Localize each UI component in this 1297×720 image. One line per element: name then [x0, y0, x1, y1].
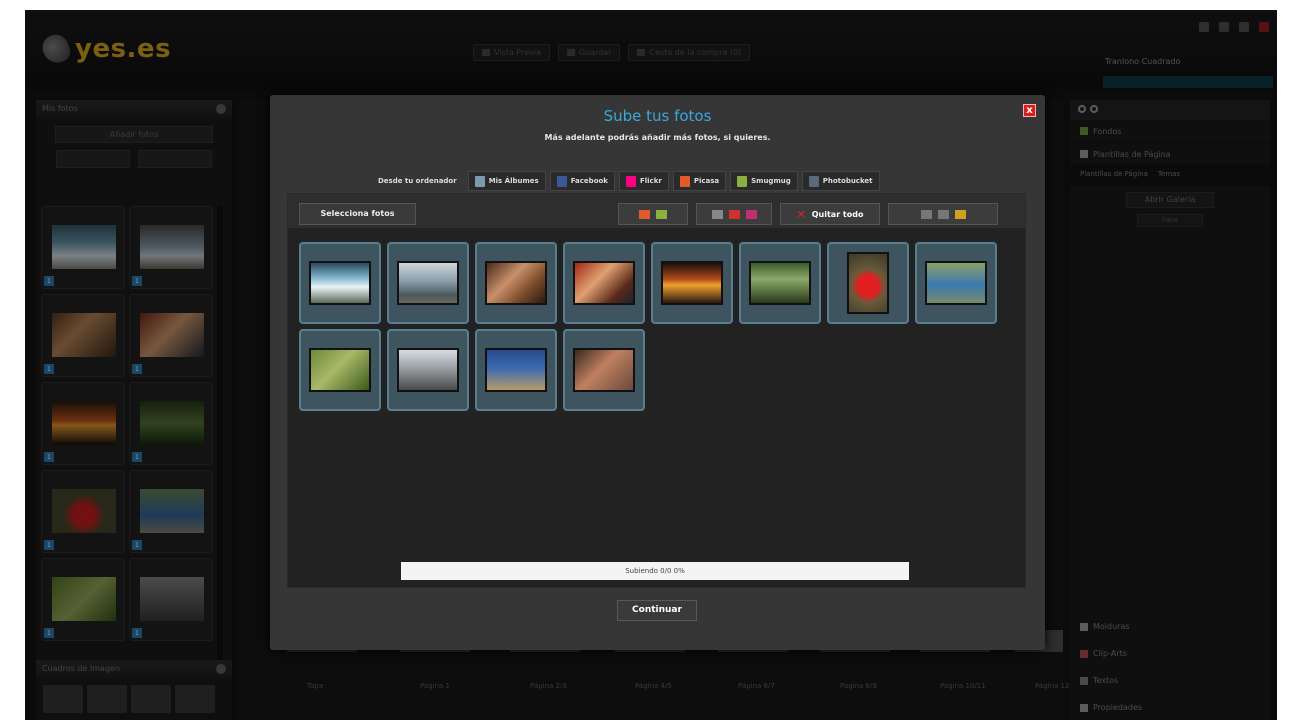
upload-area: Selecciona fotos ✕ Quitar todo Subiendo …: [287, 193, 1026, 588]
uploaded-photos: [299, 242, 999, 411]
rotate-button[interactable]: [618, 203, 688, 225]
uploaded-photo[interactable]: [475, 329, 557, 411]
source-tab-label: Mis Álbumes: [488, 177, 539, 185]
uploaded-photo[interactable]: [475, 242, 557, 324]
uploaded-photo[interactable]: [299, 329, 381, 411]
dialog-subtitle: Más adelante podrás añadir más fotos, si…: [544, 133, 771, 142]
uploaded-photo[interactable]: [563, 242, 645, 324]
dialog-title: Sube tus fotos: [603, 107, 712, 125]
rotate-left-icon: [639, 209, 650, 219]
source-tab-label: Photobucket: [822, 177, 873, 185]
source-tab-label: Desde tu ordenador: [378, 177, 457, 185]
photo-image: [309, 348, 371, 392]
source-icon: [737, 175, 748, 187]
rotate-right-icon: [656, 209, 667, 219]
upload-tools: ✕ Quitar todo: [618, 203, 998, 225]
source-tab[interactable]: Picasa: [672, 171, 727, 191]
uploaded-photo[interactable]: [563, 329, 645, 411]
photo-image: [397, 348, 459, 392]
uploaded-photo[interactable]: [827, 242, 909, 324]
sort-button[interactable]: [696, 203, 772, 225]
view-options[interactable]: [888, 203, 998, 225]
photo-image: [573, 261, 635, 305]
grid-view-icon: [920, 209, 932, 219]
source-icon: [808, 175, 819, 187]
upload-progress-bar: Subiendo 0/0 0%: [401, 562, 909, 580]
upload-toolbar: Selecciona fotos ✕ Quitar todo: [288, 194, 1025, 228]
sort-asc-icon: [745, 209, 757, 219]
list-view-icon: [937, 209, 949, 219]
photo-image: [749, 261, 811, 305]
source-icon: [556, 175, 567, 187]
photo-image: [397, 261, 459, 305]
upload-dialog: x Sube tus fotos Más adelante podrás aña…: [270, 95, 1045, 650]
uploaded-photo[interactable]: [387, 329, 469, 411]
photo-image: [847, 252, 889, 314]
sort-icon: [711, 209, 723, 219]
uploaded-photo[interactable]: [739, 242, 821, 324]
source-tab[interactable]: Smugmug: [730, 171, 798, 191]
select-photos-button[interactable]: Selecciona fotos: [299, 203, 416, 225]
source-tab-label: Smugmug: [751, 177, 791, 185]
warning-icon: [954, 209, 966, 219]
source-tab[interactable]: Flickr: [618, 171, 669, 191]
uploaded-photo[interactable]: [299, 242, 381, 324]
source-tab[interactable]: Facebook: [549, 171, 615, 191]
source-icon: [474, 175, 485, 187]
source-tab[interactable]: Photobucket: [801, 171, 880, 191]
source-tab-label: Picasa: [693, 177, 720, 185]
uploaded-photo[interactable]: [915, 242, 997, 324]
photo-image: [485, 348, 547, 392]
photo-image: [925, 261, 987, 305]
source-icon: [625, 175, 636, 187]
source-tab[interactable]: Desde tu ordenador: [371, 171, 464, 191]
source-tab-label: Facebook: [570, 177, 608, 185]
sort-desc-icon: [728, 209, 740, 219]
remove-all-button[interactable]: ✕ Quitar todo: [780, 203, 880, 225]
source-tabs: Desde tu ordenador Mis Álbumes Facebook Fli…: [371, 171, 880, 191]
photo-image: [573, 348, 635, 392]
upload-progress-text: Subiendo 0/0 0%: [625, 567, 685, 575]
photo-image: [309, 261, 371, 305]
uploaded-photo[interactable]: [651, 242, 733, 324]
source-tab[interactable]: Mis Álbumes: [467, 171, 546, 191]
uploaded-photo[interactable]: [387, 242, 469, 324]
photo-image: [661, 261, 723, 305]
remove-icon: ✕: [796, 207, 806, 221]
source-icon: [679, 175, 690, 187]
remove-all-label: Quitar todo: [811, 209, 864, 219]
continue-button[interactable]: Continuar: [617, 600, 697, 621]
source-tab-label: Flickr: [639, 177, 662, 185]
photo-image: [485, 261, 547, 305]
